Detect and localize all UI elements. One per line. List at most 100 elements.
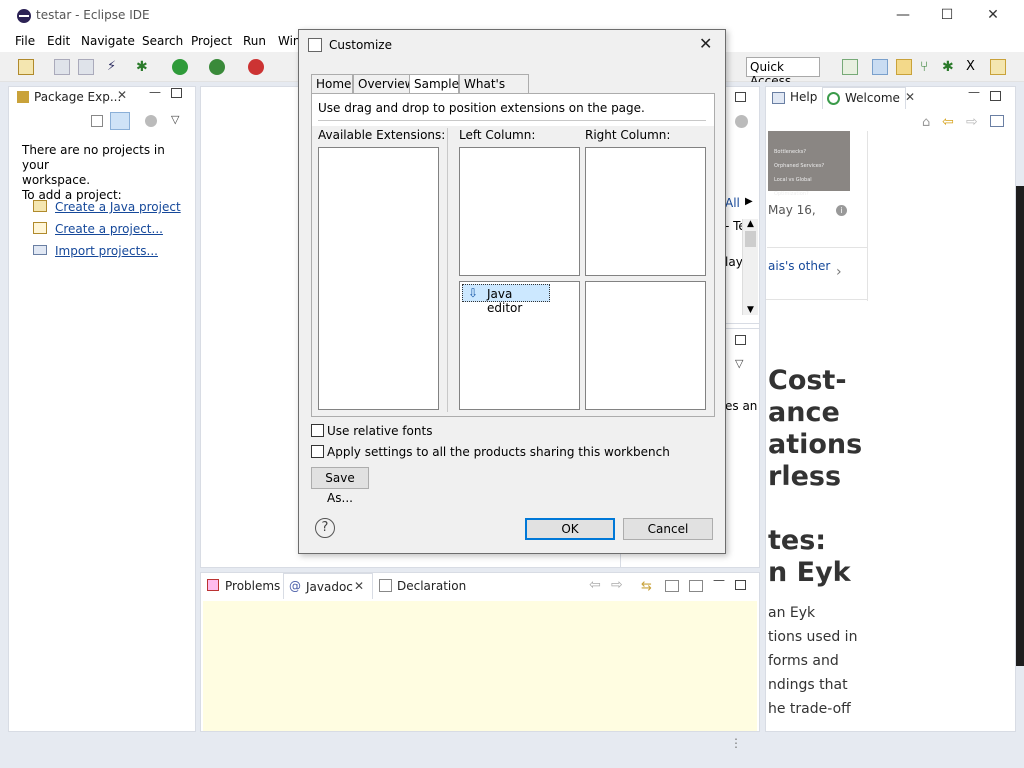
- status-bar: ⋮: [0, 736, 1024, 768]
- menu-project[interactable]: Project: [191, 34, 232, 48]
- scrollbar[interactable]: ▲ ▼: [742, 219, 758, 315]
- open-external-icon[interactable]: [689, 580, 703, 592]
- dialog-close-button[interactable]: ✕: [699, 34, 712, 53]
- debug-perspective-icon[interactable]: ✱: [942, 59, 958, 75]
- welcome-tab[interactable]: Welcome ✕: [822, 87, 915, 109]
- create-java-project-link[interactable]: Create a Java project: [55, 200, 181, 214]
- resource-perspective-icon[interactable]: [896, 59, 912, 75]
- menu-file[interactable]: File: [15, 34, 35, 48]
- tab-whats-new[interactable]: What's New: [459, 74, 529, 105]
- maximize-view-icon[interactable]: [171, 88, 182, 98]
- instruction-text: Use drag and drop to position extensions…: [318, 101, 645, 115]
- view-menu-icon[interactable]: ▽: [735, 357, 743, 370]
- minimize-view-icon[interactable]: —: [713, 573, 725, 587]
- declaration-tab[interactable]: Declaration: [397, 579, 466, 593]
- team-perspective-icon[interactable]: [990, 59, 1006, 75]
- tab-home[interactable]: Home: [311, 74, 353, 94]
- toc-icon[interactable]: [990, 115, 1004, 127]
- view-menu-icon[interactable]: ▽: [171, 113, 179, 126]
- xml-perspective-icon[interactable]: X: [966, 59, 982, 75]
- link-with-editor-icon[interactable]: [110, 112, 130, 130]
- scroll-down-icon[interactable]: ▼: [743, 305, 758, 315]
- article-body-line: tions used in: [768, 629, 858, 645]
- link-icon[interactable]: ⇆: [641, 579, 652, 594]
- maximize-view-icon[interactable]: [735, 92, 746, 102]
- maximize-view-icon[interactable]: [735, 580, 746, 590]
- ok-button[interactable]: OK: [525, 518, 615, 540]
- problems-tab[interactable]: Problems: [225, 579, 280, 593]
- open-attached-icon[interactable]: [665, 580, 679, 592]
- back-arrow-icon[interactable]: ⇦: [942, 114, 954, 130]
- bottom-panel: Problems @ Javadoc ✕ Declaration ⇦ ⇨ ⇆ —: [200, 572, 760, 732]
- related-articles-link[interactable]: ais's other: [768, 259, 830, 273]
- java-perspective-icon[interactable]: [872, 59, 888, 75]
- welcome-panel: Help Welcome ✕ — ⌂ ⇦ ⇨ Bottlenecks? Orph…: [765, 86, 1016, 732]
- status-grip-icon[interactable]: ⋮: [730, 737, 742, 749]
- javadoc-tab[interactable]: @ Javadoc ✕: [283, 573, 373, 599]
- relative-fonts-checkbox[interactable]: [311, 424, 324, 437]
- save-all-icon[interactable]: [78, 59, 94, 75]
- back-icon[interactable]: ⇦: [589, 577, 601, 593]
- apply-all-checkbox[interactable]: [311, 445, 324, 458]
- minimize-view-icon[interactable]: —: [149, 85, 161, 99]
- apply-all-label[interactable]: Apply settings to all the products shari…: [327, 445, 670, 459]
- help-tab[interactable]: Help: [790, 90, 817, 104]
- forward-arrow-icon[interactable]: ⇨: [966, 114, 978, 130]
- import-projects-link[interactable]: Import projects...: [55, 244, 158, 258]
- focus-icon[interactable]: [145, 115, 157, 127]
- help-question-icon[interactable]: ?: [315, 518, 335, 538]
- close-tab-icon[interactable]: ✕: [905, 90, 915, 104]
- right-column-bottom-list[interactable]: [585, 281, 706, 410]
- maximize-button[interactable]: ☐: [934, 4, 960, 26]
- forward-icon[interactable]: ⇨: [611, 577, 623, 593]
- collapse-all-icon[interactable]: [91, 115, 103, 127]
- git-perspective-icon[interactable]: ⑂: [920, 59, 936, 75]
- left-column-bottom-list[interactable]: ⇩ Java editor: [459, 281, 580, 410]
- menu-edit[interactable]: Edit: [47, 34, 70, 48]
- divider: [766, 247, 868, 248]
- new-icon[interactable]: [18, 59, 34, 75]
- close-tab-icon[interactable]: ✕: [354, 579, 364, 593]
- article-title-line: Cost-: [768, 365, 847, 396]
- menu-search[interactable]: Search: [142, 34, 183, 48]
- customize-dialog: Customize ✕ Home Overview Samples What's…: [298, 29, 726, 554]
- minimize-button[interactable]: —: [890, 4, 916, 26]
- article-thumbnail[interactable]: Bottlenecks? Orphaned Services? Local vs…: [768, 131, 850, 197]
- save-as-button[interactable]: Save As...: [311, 467, 369, 505]
- tab-overview[interactable]: Overview: [353, 74, 415, 94]
- maximize-view-icon[interactable]: [735, 335, 746, 345]
- run-icon[interactable]: [172, 59, 188, 75]
- close-tab-icon[interactable]: ✕: [117, 88, 127, 102]
- java-editor-item[interactable]: ⇩ Java editor: [462, 284, 550, 315]
- tab-samples[interactable]: Samples: [409, 74, 465, 94]
- article-date: May 16,: [768, 203, 816, 217]
- quick-access-input[interactable]: Quick Access: [746, 57, 820, 88]
- create-project-link[interactable]: Create a project...: [55, 222, 163, 236]
- scroll-thumb[interactable]: [745, 231, 756, 247]
- left-column-top-list[interactable]: [459, 147, 580, 276]
- chevron-right-icon[interactable]: ▶: [745, 196, 753, 207]
- scroll-up-icon[interactable]: ▲: [743, 219, 758, 229]
- relative-fonts-label[interactable]: Use relative fonts: [327, 424, 432, 438]
- chevron-right-icon[interactable]: ›: [836, 264, 842, 280]
- external-tools-icon[interactable]: [248, 59, 264, 75]
- close-window-button[interactable]: ✕: [980, 4, 1006, 26]
- cancel-button[interactable]: Cancel: [623, 518, 713, 540]
- right-column-top-list[interactable]: [585, 147, 706, 276]
- maximize-view-icon[interactable]: [990, 91, 1001, 101]
- menu-run[interactable]: Run: [243, 34, 266, 48]
- debug-icon[interactable]: ✱: [136, 59, 152, 75]
- package-explorer-tab[interactable]: Package Exp...: [34, 90, 121, 104]
- all-link[interactable]: All: [725, 196, 740, 210]
- menu-navigate[interactable]: Navigate: [81, 34, 135, 48]
- article-title: Cost- ance ations rless tes: n Eyk: [768, 365, 862, 589]
- info-icon[interactable]: i: [836, 205, 847, 216]
- open-perspective-icon[interactable]: [842, 59, 858, 75]
- home-icon[interactable]: ⌂: [922, 115, 930, 130]
- dialog-tabs: Home Overview Samples What's New: [311, 74, 571, 105]
- save-icon[interactable]: [54, 59, 70, 75]
- coverage-icon[interactable]: [209, 59, 225, 75]
- minimize-view-icon[interactable]: —: [968, 87, 980, 99]
- skip-breakpoints-icon[interactable]: ⚡: [107, 59, 123, 75]
- available-extensions-list[interactable]: [318, 147, 439, 410]
